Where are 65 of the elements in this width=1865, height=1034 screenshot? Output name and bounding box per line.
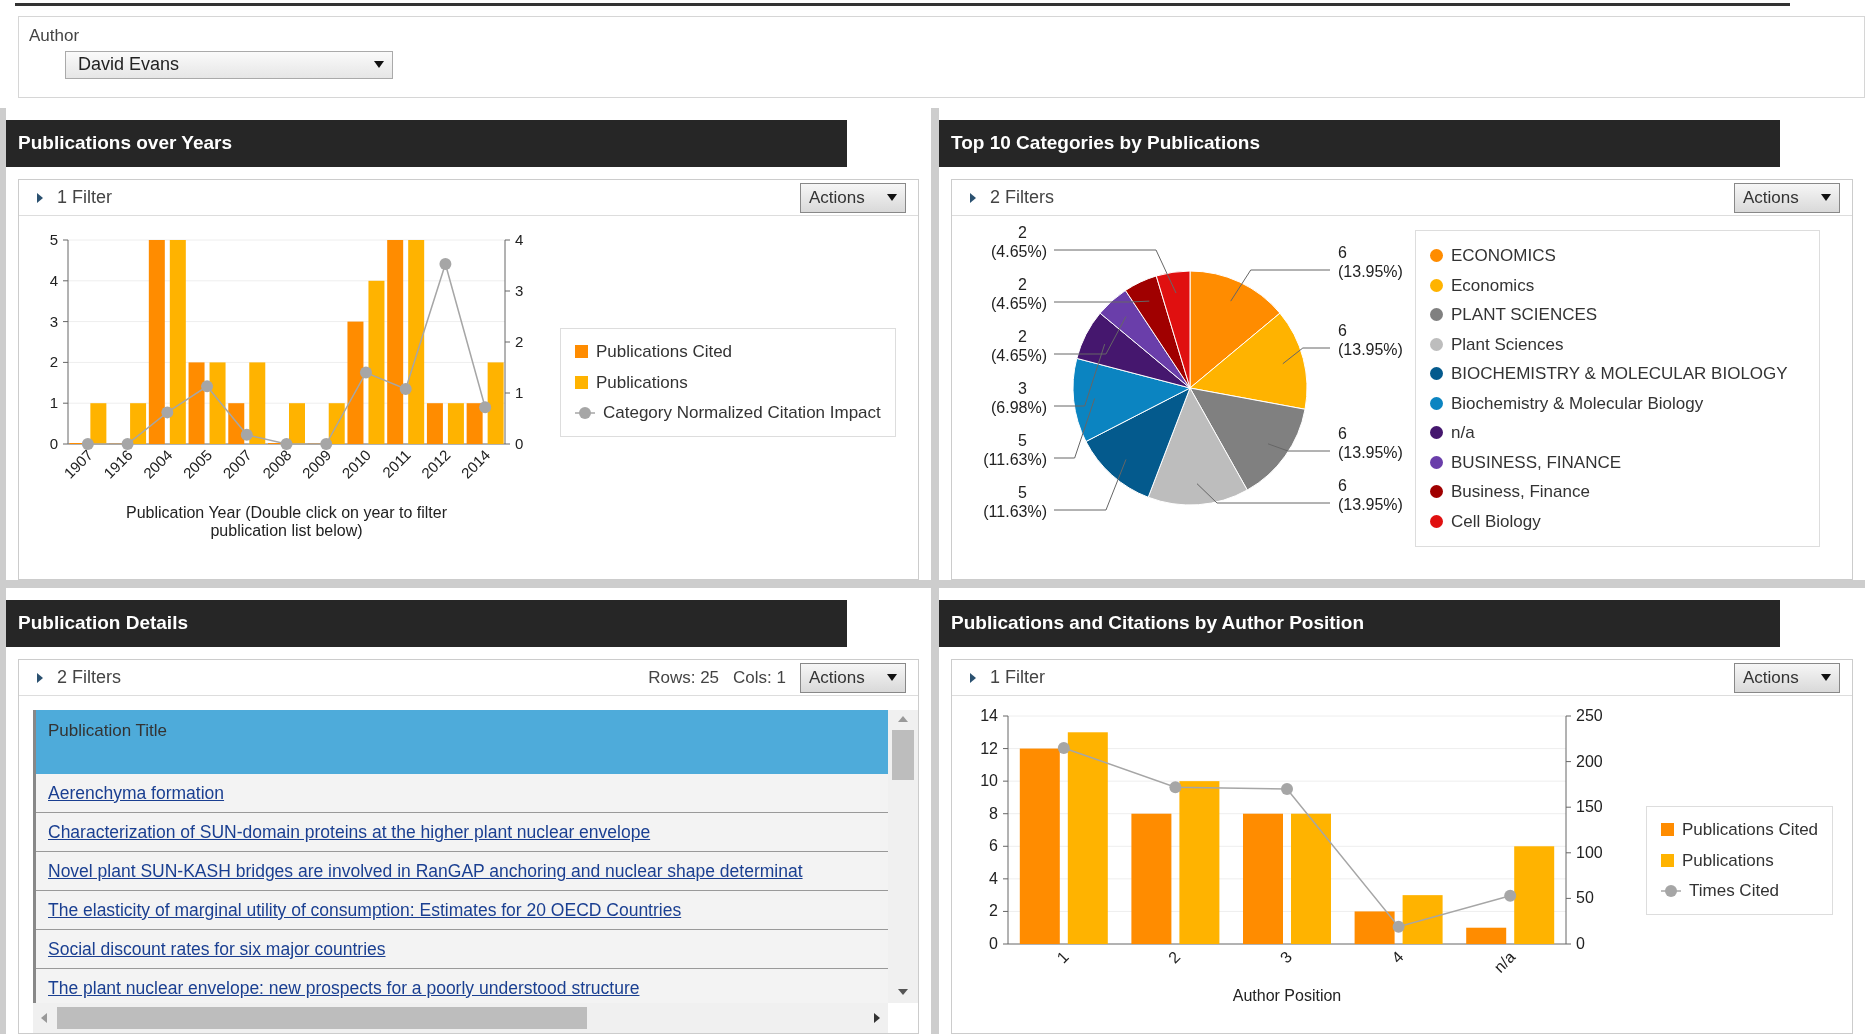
axis-title: Author Position xyxy=(1231,987,1343,1006)
axis-label: 1 xyxy=(1053,948,1072,967)
data-label: 2 (4.65%) xyxy=(990,224,1047,260)
tick-label: 3 xyxy=(49,312,58,330)
tick-label: 1 xyxy=(515,384,524,401)
tick-label: 0 xyxy=(515,435,524,452)
tick-label: 5 xyxy=(49,231,58,248)
tick-label: 2 xyxy=(49,353,58,371)
tick-label: 2 xyxy=(515,333,524,350)
tick-label: 100 xyxy=(1576,843,1603,861)
legend-label: n/a xyxy=(1451,422,1475,444)
data-label: 6 (13.95%) xyxy=(1338,477,1403,513)
tick-label: 12 xyxy=(980,739,998,757)
tick-label: 0 xyxy=(49,435,58,452)
tick-label: 4 xyxy=(515,231,524,248)
tick-label: 200 xyxy=(1576,752,1603,770)
panel-title: Top 10 Categories by Publications xyxy=(939,120,1780,167)
panel-title: Publication Details xyxy=(6,600,847,647)
axis-label: n/a xyxy=(1490,948,1519,976)
axis-label: 2 xyxy=(1165,948,1184,967)
axis-title: Publication Year (Double click on year to filter publication list below) xyxy=(124,504,449,541)
legend-label: PLANT SCIENCES xyxy=(1451,304,1598,326)
tick-label: 1 xyxy=(49,394,58,412)
rows-count: Rows: 25 xyxy=(648,666,720,689)
axis-label: 3 xyxy=(1276,948,1296,967)
legend-label: BUSINESS, FINANCE xyxy=(1451,451,1622,474)
panel-title: Publications over Years xyxy=(6,120,847,167)
data-label: 3 (6.98%) xyxy=(990,380,1047,416)
legend-label: Cell Biology xyxy=(1451,510,1541,533)
tick-label: 4 xyxy=(49,271,58,289)
legend-label: Business, Finance xyxy=(1451,481,1590,503)
data-label: 5 (11.63%) xyxy=(983,484,1047,520)
tick-label: 250 xyxy=(1576,707,1603,724)
tick-label: 0 xyxy=(1576,935,1585,952)
tick-label: 50 xyxy=(1576,889,1594,907)
legend-label: Publications xyxy=(596,371,688,394)
data-label: 6 (13.95%) xyxy=(1338,425,1403,461)
legend-label: Economics xyxy=(1451,274,1535,297)
legend-label: Biochemistry & Molecular Biology xyxy=(1451,392,1704,415)
data-label: 6 (13.95%) xyxy=(1338,322,1403,358)
legend-label: Category Normalized Citation Impact xyxy=(603,402,881,424)
data-label: 2 (4.65%) xyxy=(990,328,1047,364)
data-label: 2 (4.65%) xyxy=(990,276,1047,312)
tick-label: 14 xyxy=(980,707,998,724)
legend-label: BIOCHEMISTRY & MOLECULAR BIOLOGY xyxy=(1451,363,1788,385)
legend-label: Publications Cited xyxy=(596,341,733,363)
legend-label: ECONOMICS xyxy=(1451,245,1556,267)
panel-title: Publications and Citations by Author Position xyxy=(939,600,1780,647)
legend-label: Times Cited xyxy=(1689,880,1780,902)
tick-label: 3 xyxy=(515,282,524,299)
legend-label: Publications Cited xyxy=(1682,819,1819,841)
field-label: Author xyxy=(29,25,81,47)
axis-label: 4 xyxy=(1388,948,1407,967)
tick-label: 4 xyxy=(989,869,998,887)
tick-label: 150 xyxy=(1576,798,1603,816)
legend-label: Publications xyxy=(1682,849,1774,872)
data-label: 5 (11.63%) xyxy=(983,432,1047,468)
data-label: 6 (13.95%) xyxy=(1338,244,1403,280)
cols-count: Cols: 1 xyxy=(733,666,786,689)
tick-label: 6 xyxy=(989,837,998,855)
tick-label: 10 xyxy=(980,772,998,790)
tick-label: 2 xyxy=(989,902,998,920)
legend-label: Plant Sciences xyxy=(1451,333,1564,356)
tick-label: 8 xyxy=(989,804,998,822)
tick-label: 0 xyxy=(989,935,998,952)
